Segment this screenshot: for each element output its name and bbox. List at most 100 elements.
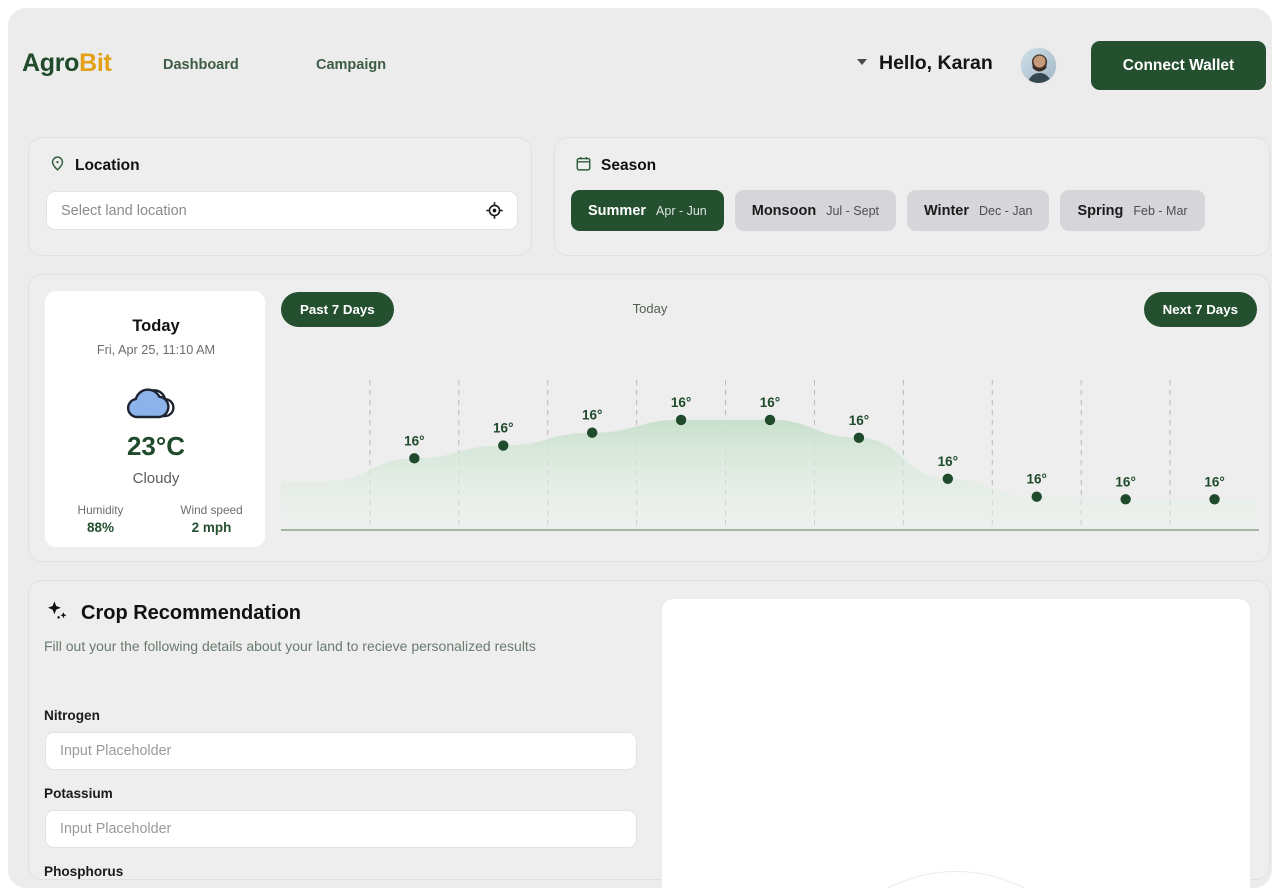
field-label-phosphorus: Phosphorus [44, 864, 124, 879]
chart-point-label: 16° [404, 433, 424, 448]
app-root: AgroBit Dashboard Campaign Hello, Karan … [8, 8, 1272, 888]
chart-point-label: 16° [760, 395, 780, 410]
chart-x-tick-labels: 12 PM 2 PM 4 PM 6 PM 8 PM 10 PM 12 AM 2 AM 4 AM 6… [307, 369, 1229, 383]
chart-data-point[interactable] [764, 414, 776, 426]
logo-accent-text: Bit [79, 49, 112, 77]
crosshair-icon[interactable] [485, 201, 504, 225]
season-option-spring[interactable]: Spring Feb - Mar [1060, 190, 1205, 231]
season-range: Dec - Jan [978, 203, 1033, 218]
humidity-value: 88% [86, 520, 115, 535]
cloudy-icon [45, 381, 267, 425]
location-card: Location [28, 137, 532, 256]
calendar-icon [575, 155, 592, 177]
chart-x-tick: 4 PM [489, 380, 518, 383]
location-card-title: Location [75, 157, 140, 174]
season-range: Apr - Jun [656, 203, 707, 218]
chevron-down-icon[interactable] [857, 59, 867, 65]
chart-x-tick: 10 PM [752, 380, 788, 383]
result-circle-graphic [806, 871, 1106, 888]
wind-value: 2 mph [191, 520, 232, 535]
chart-point-label: 16° [1115, 474, 1135, 489]
today-temperature: 23°C [126, 431, 186, 461]
chart-data-point[interactable] [1031, 491, 1042, 502]
brand-logo[interactable]: AgroBit [22, 49, 112, 78]
chart-x-tick: 6 PM [578, 380, 607, 383]
chart-point-label: 16° [1027, 472, 1047, 487]
season-name: Monsoon [751, 202, 817, 219]
crop-card-header: Crop Recommendation [46, 599, 301, 628]
connect-wallet-button[interactable]: Connect Wallet [1091, 41, 1266, 90]
season-card: Season Summer Apr - Jun Monsoon Jul - Se… [554, 137, 1270, 256]
next-7-days-button[interactable]: Next 7 Days [1143, 292, 1257, 327]
season-card-header: Season [575, 155, 656, 177]
wind-metric: Wind speed 2 mph [156, 503, 267, 535]
chart-data-point[interactable] [586, 427, 598, 438]
today-datetime: Fri, Apr 25, 11:10 AM [96, 343, 216, 357]
field-label-nitrogen: Nitrogen [44, 708, 100, 723]
today-metrics: Humidity 88% Wind speed 2 mph [45, 503, 267, 535]
season-range: Jul - Sept [826, 203, 879, 218]
chart-today-marker: Today [632, 301, 668, 316]
crop-recommendation-card: Crop Recommendation Fill out your the fo… [28, 580, 1270, 888]
location-card-header: Location [49, 155, 140, 177]
potassium-input[interactable] [45, 810, 637, 848]
season-option-monsoon[interactable]: Monsoon Jul - Sept [734, 190, 896, 231]
field-label-potassium: Potassium [44, 786, 113, 801]
season-name: Spring [1077, 202, 1124, 219]
humidity-metric: Humidity 88% [45, 503, 156, 535]
chart-x-tick: 8 AM [1200, 380, 1229, 383]
today-condition: Cloudy [132, 470, 180, 487]
nav-item-dashboard[interactable]: Dashboard [163, 57, 239, 73]
map-pin-icon [49, 155, 66, 177]
chart-x-tick: 6 AM [1111, 380, 1140, 383]
chart-data-point[interactable] [1120, 494, 1131, 505]
chart-x-tick: 12 PM [307, 380, 343, 383]
chart-point-label: 16° [938, 454, 958, 469]
crop-card-subtitle: Fill out your the following details abou… [44, 638, 536, 654]
chart-x-tick: 2 PM [400, 380, 429, 383]
humidity-label: Humidity [77, 503, 124, 517]
user-greeting: Hello, Karan [879, 52, 993, 74]
logo-primary-text: Agro [22, 49, 80, 77]
chart-point-label: 16° [582, 408, 602, 423]
today-label: Today [132, 317, 180, 335]
crop-result-panel [661, 598, 1251, 888]
hourly-temperature-chart: 12 PM 2 PM 4 PM 6 PM 8 PM 10 PM 12 AM 2 AM 4 AM 6… [281, 369, 1259, 555]
chart-data-point[interactable] [942, 473, 954, 484]
chart-x-tick: 4 AM [1022, 380, 1051, 383]
season-name: Summer [588, 202, 647, 219]
crop-card-title: Crop Recommendation [81, 602, 302, 624]
top-header: AgroBit Dashboard Campaign Hello, Karan … [8, 8, 1272, 120]
chart-data-point[interactable] [498, 440, 509, 451]
nitrogen-input[interactable] [45, 732, 637, 770]
season-option-summer[interactable]: Summer Apr - Jun [571, 190, 724, 231]
location-input[interactable] [61, 192, 481, 229]
season-range: Feb - Mar [1133, 203, 1188, 218]
season-name: Winter [924, 202, 969, 219]
weather-panel: Today Fri, Apr 25, 11:10 AM 23°C Cloudy … [28, 274, 1270, 562]
chart-point-label: 16° [849, 413, 869, 428]
nav-item-campaign[interactable]: Campaign [316, 57, 386, 73]
chart-data-point[interactable] [853, 432, 865, 444]
chart-x-tick: 2 AM [934, 380, 963, 383]
chart-data-point[interactable] [675, 414, 687, 426]
chart-data-point[interactable] [409, 453, 420, 464]
chart-x-tick: 8 PM [666, 380, 695, 383]
chart-x-tick: 12 AM [841, 380, 876, 383]
wind-label: Wind speed [180, 503, 243, 517]
location-input-wrapper [46, 191, 518, 230]
chart-data-point[interactable] [1209, 494, 1220, 505]
sparkle-icon [46, 599, 70, 628]
season-options: Summer Apr - Jun Monsoon Jul - Sept Wint… [571, 190, 1205, 231]
chart-point-label: 16° [671, 395, 691, 410]
season-card-title: Season [601, 157, 657, 174]
avatar[interactable] [1020, 47, 1057, 84]
chart-point-label: 16° [493, 421, 513, 436]
chart-point-label: 16° [1204, 474, 1224, 489]
chart-svg: 12 PM 2 PM 4 PM 6 PM 8 PM 10 PM 12 AM 2 AM 4 AM 6… [281, 369, 1259, 531]
past-7-days-button[interactable]: Past 7 Days [281, 292, 394, 327]
avatar-image [1021, 48, 1056, 83]
today-weather-card: Today Fri, Apr 25, 11:10 AM 23°C Cloudy … [44, 290, 266, 548]
season-option-winter[interactable]: Winter Dec - Jan [907, 190, 1050, 231]
chart-area-fill [281, 419, 1259, 530]
